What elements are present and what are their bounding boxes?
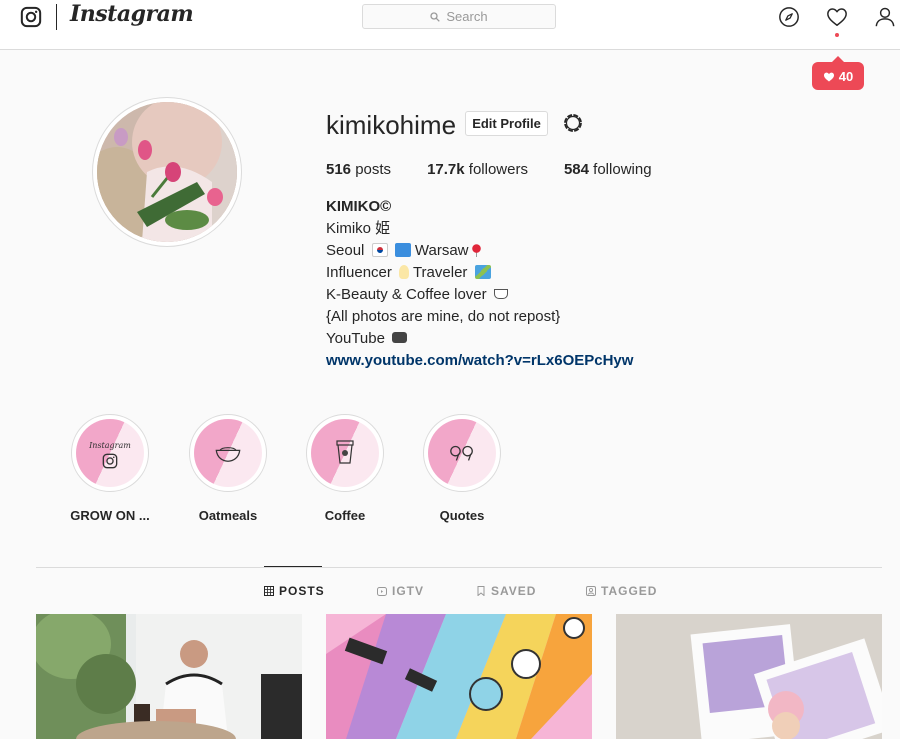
tab-label: TAGGED: [601, 584, 658, 598]
activity-indicator-dot: [835, 33, 839, 37]
post-image: [36, 614, 302, 739]
story-highlight[interactable]: Oatmeals: [188, 414, 268, 523]
bowl-icon: [215, 447, 241, 462]
tab-label: SAVED: [491, 584, 537, 598]
highlight-ring: [189, 414, 267, 492]
bio-text: YouTube: [326, 330, 385, 347]
repeat-arrows-icon: [394, 243, 411, 257]
highlight-ring: [423, 414, 501, 492]
tab-tagged[interactable]: TAGGED: [586, 584, 657, 598]
bio-line: YouTube: [326, 328, 633, 350]
followers-label: followers: [468, 161, 528, 178]
quote-marks-icon: [450, 445, 473, 461]
posts-stat[interactable]: 516 posts: [326, 161, 391, 178]
video-camera-icon: [392, 332, 408, 343]
highlight-cover: Instagram: [76, 419, 144, 487]
profile-bio: KIMIKO© Kimiko 姫 Seoul Warsaw Influencer…: [326, 196, 633, 372]
user-icon[interactable]: [874, 6, 896, 28]
bio-text: Warsaw: [414, 242, 469, 259]
following-stat[interactable]: 584 following: [564, 161, 652, 178]
world-map-icon: [474, 265, 491, 279]
tab-posts[interactable]: POSTS: [264, 584, 325, 598]
highlight-ring: Instagram: [71, 414, 149, 492]
instagram-logo-icon: [102, 453, 118, 469]
post-thumbnail[interactable]: [36, 614, 302, 739]
profile-avatar[interactable]: [92, 97, 242, 247]
bio-line: {All photos are mine, do not repost}: [326, 308, 561, 325]
story-highlight[interactable]: Instagram GROW ON ...: [70, 414, 150, 523]
bio-line: K-Beauty & Coffee lover: [326, 284, 633, 306]
highlight-ring: [306, 414, 384, 492]
post-thumbnail[interactable]: [326, 614, 592, 739]
profile-username: kimikohime: [326, 110, 457, 140]
settings-gear-icon[interactable]: [561, 111, 585, 135]
heart-icon[interactable]: [826, 6, 848, 28]
heart-filled-icon: [823, 72, 834, 81]
posts-count: 516: [326, 161, 352, 178]
highlight-label: Quotes: [439, 508, 485, 523]
bio-line: Seoul Warsaw: [326, 240, 633, 262]
story-highlight[interactable]: Quotes: [422, 414, 502, 523]
search-icon: [430, 11, 441, 22]
post-image: [616, 614, 882, 739]
followers-count: 17.7k: [427, 161, 465, 178]
bio-text: Traveler: [412, 264, 468, 281]
followers-stat[interactable]: 17.7k followers: [427, 161, 528, 178]
tagged-user-icon: [586, 586, 596, 596]
posts-label: posts: [355, 161, 392, 178]
instagram-logo-icon[interactable]: [20, 6, 42, 28]
top-navigation-bar: Instagram Search: [0, 0, 900, 50]
highlight-label: GROW ON ...: [70, 508, 150, 523]
following-label: following: [593, 161, 652, 178]
tab-label: IGTV: [392, 584, 425, 598]
bio-text: Influencer: [326, 264, 392, 281]
avatar-image: [97, 102, 237, 242]
search-placeholder: Search: [446, 9, 488, 24]
korea-flag-icon: [371, 243, 388, 257]
bio-text: K-Beauty & Coffee lover: [326, 286, 487, 303]
highlight-label: Coffee: [324, 508, 366, 523]
following-count: 584: [563, 161, 589, 178]
nav-divider: [56, 4, 57, 30]
highlight-cover: [311, 419, 379, 487]
story-highlight[interactable]: Coffee: [305, 414, 385, 523]
igtv-icon: [377, 587, 387, 596]
grid-icon: [264, 586, 274, 596]
tab-saved[interactable]: SAVED: [476, 584, 536, 598]
highlight-cover-text: Instagram: [89, 441, 131, 450]
instagram-wordmark[interactable]: Instagram: [70, 1, 194, 27]
coffee-cup-icon: [493, 289, 508, 299]
location-pin-icon: [471, 244, 481, 257]
bookmark-icon: [477, 586, 485, 596]
active-tab-indicator: [264, 566, 322, 567]
tab-igtv[interactable]: IGTV: [377, 584, 424, 598]
lightbulb-icon: [399, 265, 410, 279]
edit-profile-button[interactable]: Edit Profile: [465, 111, 548, 136]
bio-line: Kimiko 姫: [326, 220, 391, 237]
highlight-label: Oatmeals: [198, 508, 258, 523]
activity-count: 40: [838, 68, 854, 84]
bio-text: Seoul: [326, 242, 365, 259]
tab-label: POSTS: [279, 584, 325, 598]
search-input[interactable]: Search: [362, 4, 556, 29]
post-thumbnail[interactable]: [616, 614, 882, 739]
highlight-cover: [194, 419, 262, 487]
profile-stats: 516 posts 17.7k followers 584 following: [326, 161, 688, 178]
bio-line: Influencer Traveler: [326, 262, 633, 284]
highlight-cover: [428, 419, 496, 487]
explore-compass-icon[interactable]: [778, 6, 800, 28]
tabs-divider: [36, 567, 882, 568]
bio-name: KIMIKO©: [326, 198, 392, 215]
post-image: [326, 614, 592, 739]
activity-notification-bubble[interactable]: 40: [812, 56, 864, 90]
bio-website-link[interactable]: www.youtube.com/watch?v=rLx6OEPcHyw: [326, 350, 633, 372]
coffee-cup-icon: [336, 440, 354, 464]
